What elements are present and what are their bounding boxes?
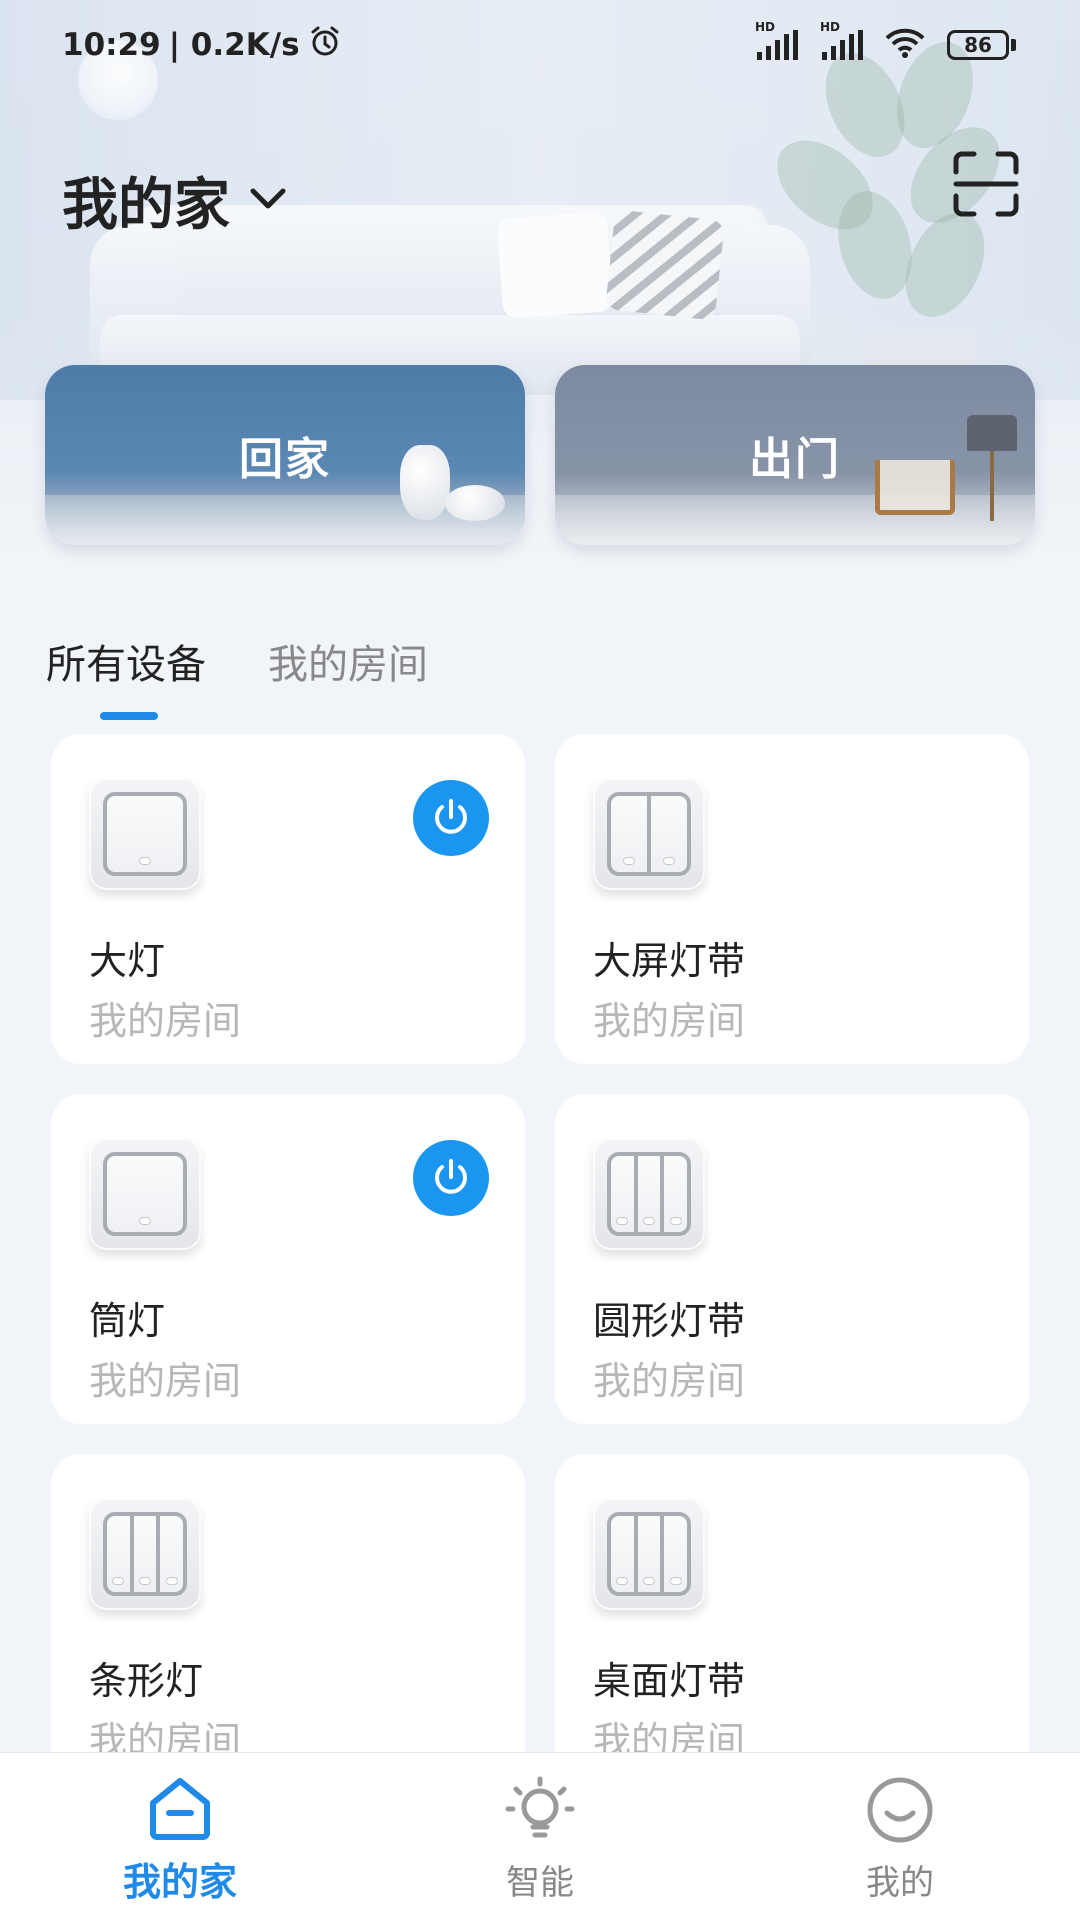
signal-icon: HD <box>755 20 798 60</box>
wifi-icon <box>885 27 925 63</box>
power-icon <box>435 799 467 834</box>
nav-item-mine[interactable]: 我的 <box>800 1753 1000 1920</box>
device-room: 我的房间 <box>593 999 746 1043</box>
nav-label-smart: 智能 <box>506 1863 574 1903</box>
bottom-nav: 我的家 智能 我的 <box>0 1752 1080 1920</box>
home-title: 我的家 <box>62 173 230 238</box>
scene-button-leave[interactable]: 出门 <box>555 365 1035 545</box>
wall-switch-icon <box>593 1138 705 1250</box>
device-room: 我的房间 <box>593 1359 746 1403</box>
smile-icon <box>865 1753 935 1849</box>
scene-label-home: 回家 <box>239 434 331 485</box>
power-icon <box>435 1159 467 1194</box>
status-left: 10:29 | 0.2K/s <box>62 24 342 66</box>
device-room: 我的房间 <box>89 1359 242 1403</box>
device-card[interactable]: 大灯 我的房间 <box>51 734 525 1064</box>
home-icon <box>145 1753 215 1845</box>
bulb-icon <box>504 1753 576 1849</box>
home-selector[interactable]: 我的家 <box>62 160 288 241</box>
status-net-speed: | 0.2K/s <box>168 27 300 63</box>
device-name: 条形灯 <box>89 1659 204 1703</box>
device-name: 圆形灯带 <box>593 1299 746 1343</box>
tab-all-devices[interactable]: 所有设备 <box>46 632 206 690</box>
device-name: 筒灯 <box>89 1299 166 1343</box>
device-room: 我的房间 <box>89 999 242 1043</box>
device-card[interactable]: 筒灯 我的房间 <box>51 1094 525 1424</box>
wall-switch-icon <box>89 1498 201 1610</box>
wall-switch-icon <box>89 778 201 890</box>
device-name: 桌面灯带 <box>593 1659 746 1703</box>
device-card[interactable]: 圆形灯带 我的房间 <box>555 1094 1029 1424</box>
power-button[interactable] <box>413 780 489 856</box>
nav-item-my-home[interactable]: 我的家 <box>80 1753 280 1920</box>
scan-icon <box>952 151 1020 222</box>
device-card[interactable]: 桌面灯带 我的房间 <box>555 1454 1029 1784</box>
status-right: HD HD 86 <box>755 20 1016 63</box>
battery-level: 86 <box>947 30 1009 60</box>
device-tabs: 所有设备 我的房间 <box>46 632 428 690</box>
wall-switch-icon <box>593 778 705 890</box>
scene-button-home[interactable]: 回家 <box>45 365 525 545</box>
signal-icon-2: HD <box>820 20 863 60</box>
alarm-icon <box>308 24 342 66</box>
device-name: 大灯 <box>89 939 166 983</box>
chair-decoration <box>875 460 955 515</box>
chevron-down-icon <box>248 186 288 216</box>
nav-label-my-home: 我的家 <box>122 1860 237 1904</box>
wall-switch-icon <box>593 1498 705 1610</box>
nav-item-smart[interactable]: 智能 <box>440 1753 640 1920</box>
battery-icon: 86 <box>947 30 1016 60</box>
vase-decoration-2 <box>445 485 505 521</box>
device-card[interactable]: 条形灯 我的房间 <box>51 1454 525 1784</box>
device-card[interactable]: 大屏灯带 我的房间 <box>555 734 1029 1064</box>
wall-switch-icon <box>89 1138 201 1250</box>
floor-lamp-decoration <box>967 415 1017 451</box>
tab-indicator <box>100 712 158 720</box>
scan-button[interactable] <box>952 150 1020 218</box>
status-bar: 10:29 | 0.2K/s HD HD 86 <box>0 0 1080 90</box>
device-name: 大屏灯带 <box>593 939 746 983</box>
power-button[interactable] <box>413 1140 489 1216</box>
vase-decoration <box>400 445 450 520</box>
status-time: 10:29 <box>62 27 161 63</box>
scene-label-leave: 出门 <box>749 434 841 485</box>
nav-label-mine: 我的 <box>866 1863 934 1903</box>
tab-my-rooms[interactable]: 我的房间 <box>268 632 428 690</box>
